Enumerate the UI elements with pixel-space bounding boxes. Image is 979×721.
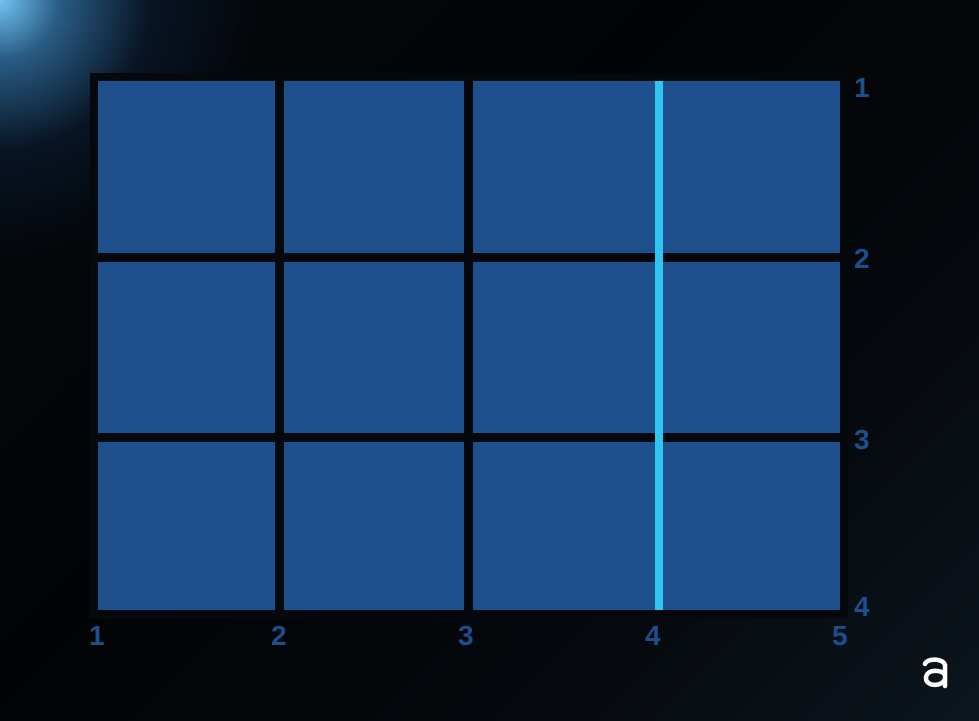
grid-cell bbox=[473, 262, 655, 433]
grid-cell bbox=[98, 262, 275, 433]
row-line-label: 2 bbox=[854, 243, 870, 274]
row-line-label: 4 bbox=[854, 591, 870, 622]
highlighted-column-line bbox=[655, 81, 663, 610]
grid-cell bbox=[284, 262, 464, 433]
column-line-label: 2 bbox=[271, 620, 287, 651]
grid-cell bbox=[663, 442, 840, 610]
grid-cell bbox=[284, 81, 464, 253]
grid-cell bbox=[284, 442, 464, 610]
column-line-label: 4 bbox=[645, 620, 661, 651]
grid-cell bbox=[473, 81, 655, 253]
row-line-label: 1 bbox=[854, 72, 870, 103]
column-line-label: 5 bbox=[832, 620, 848, 651]
grid-cell bbox=[663, 262, 840, 433]
grid-cell bbox=[473, 442, 655, 610]
grid-cell bbox=[663, 81, 840, 253]
row-line-label: 3 bbox=[854, 424, 870, 455]
grid-cell bbox=[98, 442, 275, 610]
column-line-label: 3 bbox=[458, 620, 474, 651]
column-line-label: 1 bbox=[89, 620, 105, 651]
grid-cell bbox=[98, 81, 275, 253]
letter-a-logo-icon bbox=[922, 657, 948, 689]
